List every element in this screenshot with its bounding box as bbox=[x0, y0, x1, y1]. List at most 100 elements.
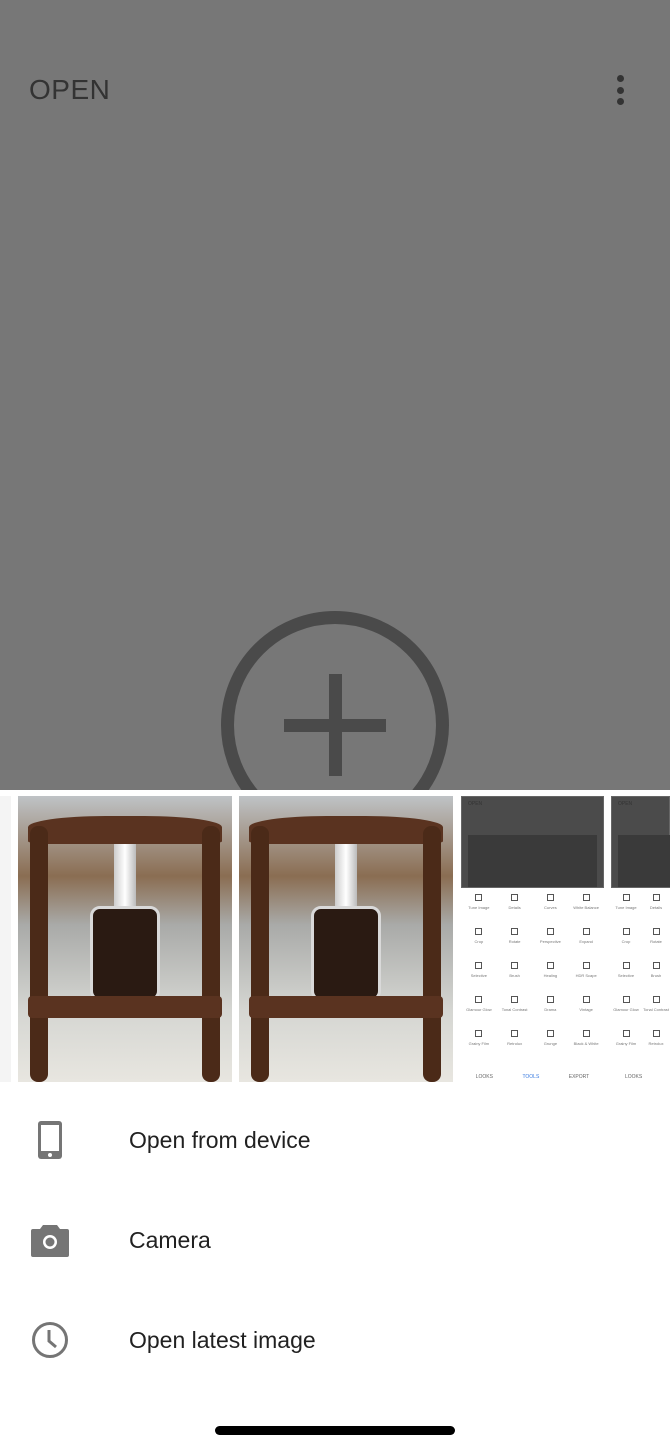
clock-icon bbox=[30, 1320, 70, 1360]
tool-item: Curves bbox=[533, 894, 569, 918]
tool-label: Rotate bbox=[650, 939, 662, 944]
thumb-tab: TOOLS bbox=[522, 1074, 540, 1080]
tool-item: Glamour Glow bbox=[461, 996, 497, 1020]
tool-icon bbox=[652, 996, 660, 1003]
tool-item: Glamour Glow bbox=[611, 996, 641, 1020]
tool-label: Crop bbox=[474, 939, 484, 944]
tool-icon bbox=[475, 962, 483, 969]
recent-thumbnail[interactable] bbox=[18, 796, 232, 1082]
tool-label: Drama bbox=[544, 1007, 557, 1012]
tool-label: Grainy Film bbox=[615, 1041, 637, 1046]
tool-grid: Tune Image Details Curves White Balance Crop… bbox=[461, 894, 604, 1054]
add-circle-icon[interactable] bbox=[221, 611, 449, 790]
tool-label: Glamour Glow bbox=[613, 1007, 639, 1012]
tool-item: Black & White bbox=[568, 1030, 604, 1054]
scrim-overlay[interactable]: OPEN bbox=[0, 0, 670, 790]
tool-label: Perspective bbox=[539, 939, 561, 944]
tool-item: Vintage bbox=[568, 996, 604, 1020]
thumb-title: OPEN bbox=[468, 801, 483, 807]
tool-label: Details bbox=[508, 905, 521, 910]
tool-icon bbox=[622, 962, 630, 969]
tool-icon bbox=[511, 894, 519, 901]
tool-label: Retrolux bbox=[648, 1041, 664, 1046]
tool-icon bbox=[475, 996, 483, 1003]
recent-thumbnail[interactable]: OPEN Tune Image Details Curves White Balanc… bbox=[461, 796, 604, 1082]
tool-label: White Balance bbox=[573, 905, 600, 910]
open-from-device-item[interactable]: Open from device bbox=[0, 1090, 670, 1190]
recent-thumbnail[interactable]: OPEN Tune Image Details Crop Rotate Selectiv… bbox=[611, 796, 670, 1082]
tool-item: Retrolux bbox=[497, 1030, 533, 1054]
more-vert-icon[interactable] bbox=[606, 72, 634, 108]
menu-label: Open from device bbox=[129, 1126, 311, 1153]
tool-item: Perspective bbox=[533, 928, 569, 952]
tool-item: Tonal Contrast bbox=[641, 996, 670, 1020]
camera-icon bbox=[30, 1220, 70, 1260]
menu-label: Camera bbox=[129, 1226, 211, 1253]
recent-thumbnail[interactable] bbox=[239, 796, 453, 1082]
tool-icon bbox=[475, 894, 483, 901]
thumb-tabs: LOOKS bbox=[611, 1074, 670, 1080]
tool-label: Tune Image bbox=[615, 905, 637, 910]
tool-label: Tonal Contrast bbox=[501, 1007, 528, 1012]
tool-icon bbox=[582, 1030, 590, 1037]
tool-icon bbox=[475, 928, 483, 935]
tool-icon bbox=[622, 928, 630, 935]
open-latest-image-item[interactable]: Open latest image bbox=[0, 1290, 670, 1390]
tool-item: Crop bbox=[611, 928, 641, 952]
tool-item: Drama bbox=[533, 996, 569, 1020]
tool-label: Retrolux bbox=[507, 1041, 523, 1046]
tool-icon bbox=[511, 928, 519, 935]
tool-icon bbox=[622, 894, 630, 901]
tool-icon bbox=[511, 962, 519, 969]
tool-label: Expand bbox=[579, 939, 593, 944]
menu-label: Open latest image bbox=[129, 1326, 316, 1353]
tool-item: Brush bbox=[497, 962, 533, 986]
tool-item: White Balance bbox=[568, 894, 604, 918]
tool-icon bbox=[652, 962, 660, 969]
tool-item: Selective bbox=[611, 962, 641, 986]
tool-icon bbox=[582, 996, 590, 1003]
tool-item: Rotate bbox=[497, 928, 533, 952]
home-indicator[interactable] bbox=[215, 1426, 455, 1435]
recent-thumbnail[interactable] bbox=[0, 796, 11, 1082]
tool-item: Crop bbox=[461, 928, 497, 952]
thumb-tab: EXPORT bbox=[568, 1074, 590, 1080]
tool-item: Selective bbox=[461, 962, 497, 986]
tool-label: Vintage bbox=[579, 1007, 593, 1012]
tool-icon bbox=[652, 894, 660, 901]
tool-grid: Tune Image Details Crop Rotate Selective Brus… bbox=[611, 894, 670, 1054]
tool-item: Details bbox=[497, 894, 533, 918]
tool-item: Grainy Film bbox=[461, 1030, 497, 1054]
tool-item: Tune Image bbox=[461, 894, 497, 918]
tool-label: Tune Image bbox=[468, 905, 490, 910]
tool-label: Crop bbox=[621, 939, 631, 944]
tool-icon bbox=[582, 928, 590, 935]
tool-label: Black & White bbox=[573, 1041, 599, 1046]
recent-images-strip[interactable]: OPEN Tune Image Details Curves White Balanc… bbox=[0, 796, 670, 1082]
tool-icon bbox=[546, 962, 554, 969]
tool-label: Curves bbox=[544, 905, 557, 910]
tool-item: Tune Image bbox=[611, 894, 641, 918]
tool-icon bbox=[652, 1030, 660, 1037]
tool-label: Details bbox=[649, 905, 663, 910]
tool-icon bbox=[622, 1030, 630, 1037]
tool-icon bbox=[582, 962, 590, 969]
tool-item: Brush bbox=[641, 962, 670, 986]
tool-item: Tonal Contrast bbox=[497, 996, 533, 1020]
tool-label: Selective bbox=[617, 973, 635, 978]
tool-item: Expand bbox=[568, 928, 604, 952]
tool-item: Healing bbox=[533, 962, 569, 986]
thumb-tab: LOOKS bbox=[625, 1074, 643, 1080]
tool-icon bbox=[652, 928, 660, 935]
tool-label: Glamour Glow bbox=[466, 1007, 492, 1012]
camera-item[interactable]: Camera bbox=[0, 1190, 670, 1290]
tool-label: HDR Scape bbox=[575, 973, 597, 978]
tool-icon bbox=[546, 996, 554, 1003]
tool-label: Grainy Film bbox=[468, 1041, 490, 1046]
tool-icon bbox=[511, 1030, 519, 1037]
tool-icon bbox=[475, 1030, 483, 1037]
thumb-tabs: LOOKS TOOLS EXPORT bbox=[461, 1074, 604, 1080]
tool-icon bbox=[511, 996, 519, 1003]
tool-item: HDR Scape bbox=[568, 962, 604, 986]
tool-label: Rotate bbox=[508, 939, 521, 944]
